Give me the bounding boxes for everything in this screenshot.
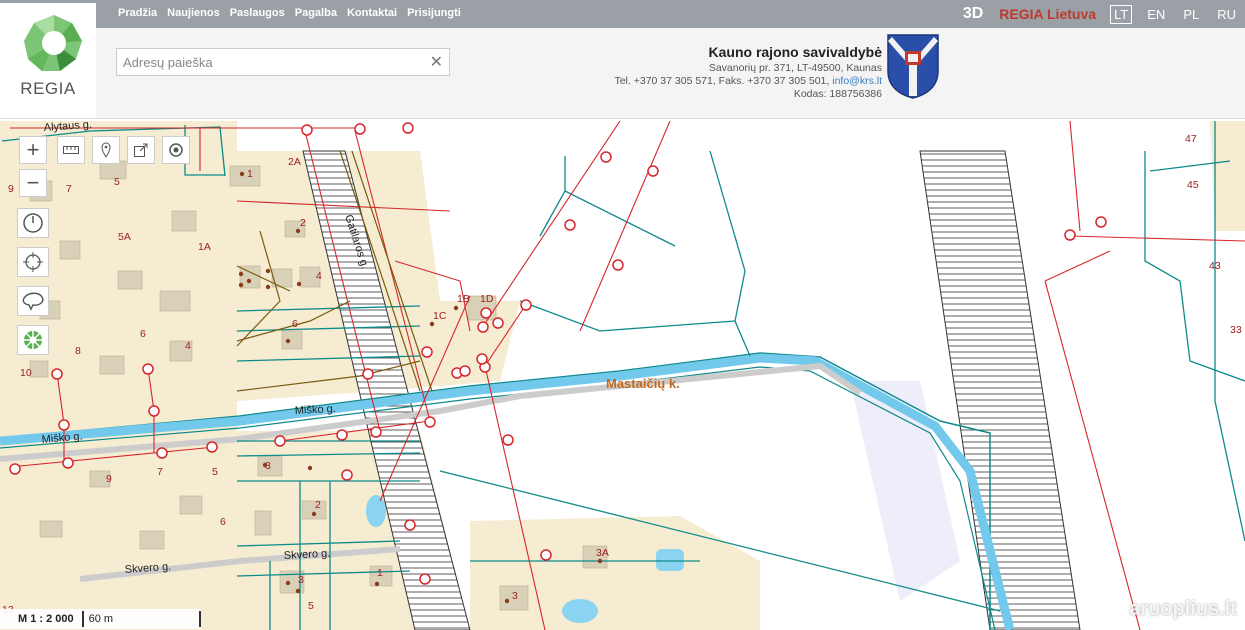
nav-paslaugos[interactable]: Paslaugos bbox=[230, 7, 285, 19]
pin-icon bbox=[101, 142, 111, 158]
house-number: 1 bbox=[377, 567, 383, 579]
house-number: 8 bbox=[75, 345, 81, 357]
target-icon bbox=[169, 143, 183, 157]
lasso-icon bbox=[22, 292, 44, 311]
house-number: 1B bbox=[457, 293, 470, 305]
regia-logo-text: REGIA bbox=[20, 79, 76, 98]
zoom-out-button[interactable]: − bbox=[19, 169, 47, 197]
lang-pl[interactable]: PL bbox=[1180, 6, 1202, 23]
street-label: Miško g. bbox=[295, 403, 337, 417]
regia-logo-icon bbox=[24, 15, 82, 71]
top-right-nav: 3D REGIA Lietuva LT EN PL RU bbox=[963, 3, 1245, 25]
share-icon bbox=[134, 143, 148, 157]
lang-en[interactable]: EN bbox=[1144, 6, 1168, 23]
house-number: 3 bbox=[512, 590, 518, 602]
house-number: 1D bbox=[480, 293, 494, 305]
municipality-code: Kodas: 188756386 bbox=[793, 88, 882, 100]
house-number: 9 bbox=[106, 473, 112, 485]
house-number: 5 bbox=[212, 466, 218, 478]
3d-button[interactable]: 3D bbox=[963, 5, 983, 23]
house-number: 9 bbox=[8, 183, 14, 195]
regia-layers-icon bbox=[24, 331, 42, 349]
nav-naujienos[interactable]: Naujienos bbox=[167, 7, 220, 19]
close-icon[interactable]: ✕ bbox=[430, 52, 443, 72]
house-number: 3A bbox=[596, 547, 609, 559]
main-nav: Pradžia Naujienos Paslaugos Pagalba Kont… bbox=[118, 7, 471, 19]
nav-kontaktai[interactable]: Kontaktai bbox=[347, 7, 397, 19]
nav-pradzia[interactable]: Pradžia bbox=[118, 7, 157, 19]
house-number: 3 bbox=[298, 574, 304, 586]
house-number: 2 bbox=[300, 217, 306, 229]
locate-target-button[interactable] bbox=[162, 136, 190, 164]
map-toolbar bbox=[57, 136, 197, 164]
measure-button[interactable] bbox=[57, 136, 85, 164]
house-number: 1 bbox=[247, 168, 253, 180]
nav-prisijungti[interactable]: Prisijungti bbox=[407, 7, 461, 19]
top-bar: Pradžia Naujienos Paslaugos Pagalba Kont… bbox=[0, 0, 1245, 28]
house-number: 5A bbox=[118, 231, 131, 243]
house-number: 4 bbox=[185, 340, 191, 352]
house-number: 10 bbox=[20, 367, 32, 379]
municipality-contacts: Tel. +370 37 305 571, Faks. +370 37 305 … bbox=[614, 75, 882, 88]
watermark: aruoplius.lt bbox=[1129, 598, 1237, 620]
contacts-phone: Tel. +370 37 305 571, Faks. +370 37 305 … bbox=[614, 75, 833, 87]
clock-icon bbox=[23, 213, 43, 233]
scale-bar: 60 m bbox=[81, 611, 201, 627]
side-toolbar bbox=[17, 208, 49, 364]
house-number: 3 bbox=[265, 460, 271, 472]
nav-pagalba[interactable]: Pagalba bbox=[295, 7, 337, 19]
house-number: 2A bbox=[288, 156, 301, 168]
house-number: 45 bbox=[1187, 179, 1199, 191]
map-scale: M 1 : 2 000 60 m bbox=[0, 609, 201, 629]
house-number: 5 bbox=[114, 176, 120, 188]
house-number: 6 bbox=[292, 318, 298, 330]
marker-button[interactable] bbox=[92, 136, 120, 164]
house-number: 4 bbox=[316, 270, 322, 282]
layers-button[interactable] bbox=[17, 325, 49, 355]
street-label: Skvero g. bbox=[284, 548, 331, 562]
zoom-in-button[interactable]: + bbox=[19, 136, 47, 164]
house-number: 7 bbox=[66, 183, 72, 195]
lang-ru[interactable]: RU bbox=[1214, 6, 1239, 23]
municipality-info: Kauno rajono savivaldybė Savanorių pr. 3… bbox=[614, 44, 883, 101]
zoom-controls: + − bbox=[19, 136, 47, 202]
municipality-name: Kauno rajono savivaldybė bbox=[708, 44, 883, 60]
search-input[interactable] bbox=[117, 49, 429, 75]
map-canvas[interactable]: Alytaus g. Gatilaros g. Miško g. Miško g… bbox=[0, 118, 1245, 630]
village-label: Mastaičių k. bbox=[606, 376, 680, 391]
house-number: 6 bbox=[220, 516, 226, 528]
ruler-icon bbox=[63, 146, 79, 154]
coat-of-arms-icon bbox=[887, 34, 939, 99]
house-number: 1C bbox=[433, 310, 447, 322]
export-button[interactable] bbox=[127, 136, 155, 164]
house-number: 5 bbox=[308, 600, 314, 612]
area-select-button[interactable] bbox=[17, 286, 49, 316]
gps-button[interactable] bbox=[17, 247, 49, 277]
lang-lt[interactable]: LT bbox=[1110, 4, 1133, 24]
map-svg: Alytaus g. Gatilaros g. Miško g. Miško g… bbox=[0, 119, 1245, 630]
address-search: ✕ bbox=[116, 48, 450, 76]
house-number: 1A bbox=[198, 241, 211, 253]
regia-lietuva-link[interactable]: REGIA Lietuva bbox=[999, 6, 1096, 22]
house-number: 43 bbox=[1209, 260, 1221, 272]
house-number: 2 bbox=[315, 499, 321, 511]
regia-logo[interactable]: REGIA bbox=[0, 3, 96, 118]
scale-ratio: M 1 : 2 000 bbox=[18, 613, 74, 625]
history-button[interactable] bbox=[17, 208, 49, 238]
email-link[interactable]: info@krs.lt bbox=[832, 75, 882, 87]
house-number: 6 bbox=[140, 328, 146, 340]
house-number: 33 bbox=[1230, 324, 1242, 336]
house-number: 7 bbox=[157, 466, 163, 478]
house-number: 47 bbox=[1185, 133, 1197, 145]
municipality-address: Savanorių pr. 371, LT-49500, Kaunas bbox=[708, 62, 882, 74]
crosshair-icon bbox=[23, 252, 43, 272]
